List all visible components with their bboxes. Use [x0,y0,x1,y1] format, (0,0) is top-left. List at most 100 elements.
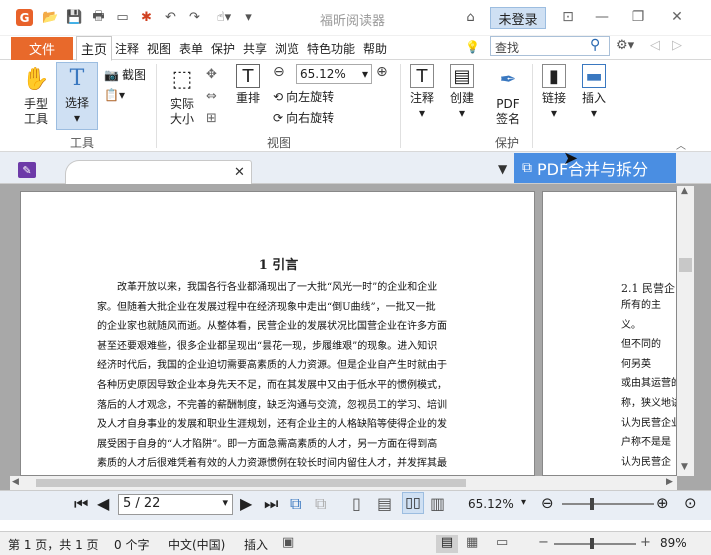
tab-comment[interactable]: 注释 [115,40,139,57]
document-tab[interactable] [65,160,252,184]
scroll-left-icon[interactable]: ◀ [12,477,19,487]
next-page-icon[interactable]: ▶ [240,494,252,513]
tab-protect[interactable]: 保护 [211,40,235,57]
save-icon[interactable]: 💾 [66,9,83,26]
link-icon: ▮ [542,64,566,88]
page-number-input[interactable]: 5 / 22 ▾ [118,494,233,515]
collapse-ribbon-icon[interactable]: ︿ [676,137,686,152]
snapshot-button[interactable]: 📷 截图 [104,66,146,83]
redo-icon[interactable]: ↷ [186,9,203,26]
reading-view-icon[interactable]: ▦ [466,535,478,550]
status-zoom-thumb[interactable] [590,538,594,549]
text-line: 展受困于自身的“人才陷阱”。即一方面急需高素质的人才，另一方面在得到高 [97,438,438,450]
tab-list-dropdown-icon[interactable]: ▼ [498,162,507,176]
text-line: 落后的人才观念，不完善的薪酬制度，缺乏沟通与交流，忽视员工的学习、培训 [97,399,447,411]
status-zoom-in-icon[interactable]: + [640,535,651,550]
scroll-right-icon[interactable]: ▶ [666,477,673,487]
tab-view[interactable]: 视图 [147,40,171,57]
link-button[interactable]: ▮ 链接 ▾ [538,64,570,121]
new-file-icon[interactable]: ✱ [138,9,155,26]
clipboard-button[interactable]: 📋▾ [104,88,125,102]
hand-tool-dropdown-icon[interactable]: ☝▾ [210,9,238,26]
layout-icon[interactable]: ⊡ [557,6,579,28]
print-icon[interactable]: 🖶 [90,9,107,26]
pdf-page[interactable]: 1 引言 改革开放以来，我国各行各业都涌现出了一大批“风光一时”的企业和企业 家。… [20,191,535,489]
undo-icon[interactable]: ↶ [162,9,179,26]
previous-page-icon[interactable]: ◀ [97,494,109,513]
continuous-page-icon[interactable]: ▤ [377,494,392,513]
print-layout-icon[interactable]: ▤ [436,535,458,553]
fit-page-icon[interactable]: ⊙ [684,494,697,512]
last-page-icon[interactable]: ⏭ [264,494,278,514]
first-page-icon[interactable]: ⏮ [74,494,88,514]
tab-form[interactable]: 表单 [179,40,203,57]
tab-browse[interactable]: 浏览 [275,40,299,57]
create-dropdown-icon: ▾ [458,106,466,120]
macro-icon[interactable]: ▣ [282,535,294,550]
file-menu-tab[interactable]: 文件 [11,37,73,60]
select-dropdown-icon: ▾ [73,111,81,125]
lightbulb-icon[interactable]: 💡 [465,40,480,54]
status-zoom-slider[interactable] [554,543,636,545]
pdf-page-next[interactable]: 2.1 民营企 所有的主 义。 但不同的 何另英 或由其运营的 称，狭义地讲 认为民营企业户… [542,191,677,476]
horizontal-scrollbar[interactable]: ◀ ▶ [10,476,677,490]
reflow-button[interactable]: T 重排 [232,64,264,106]
insert-button[interactable]: ▬ 插入 ▾ [578,64,610,121]
foxit-start-icon[interactable]: ✎ [18,162,36,178]
search-icon[interactable]: ⚲ [590,37,600,53]
scroll-up-icon[interactable]: ▲ [681,186,688,196]
rotate-right-button[interactable]: ⟳ 向右旋转 [273,109,334,126]
tab-features[interactable]: 特色功能 [307,40,355,57]
create-button[interactable]: ▤ 创建 ▾ [446,64,478,121]
tab-home[interactable]: 主页 [76,36,112,61]
settings-icon[interactable]: ⚙▾ [616,38,634,53]
reflow-icon: T [236,64,260,88]
status-zoom-out-icon[interactable]: − [538,535,549,550]
new-doc-icon[interactable]: ▭ [114,9,131,26]
tab-help[interactable]: 帮助 [363,40,387,57]
text-line: 素质的人才后很难凭着有效的人力资源惯例在较长时间内留住人才，并发挥其最 [97,458,447,470]
zoom-out-icon[interactable]: ⊖ [541,494,554,512]
web-layout-icon[interactable]: ▭ [496,535,508,550]
continuous-facing-icon[interactable]: ▥ [430,494,445,513]
vertical-scrollbar[interactable]: ▲ ▼ [677,186,694,476]
forward-icon[interactable]: ▷ [672,38,682,53]
reflow-label: 重排 [235,91,260,105]
status-zoom-value: 89% [660,536,687,550]
tab-share[interactable]: 共享 [243,40,267,57]
scroll-down-icon[interactable]: ▼ [681,462,688,472]
text-line: 各种历史原因导致企业本身先天不足，而在其发展中又由于低水平的惯例模式， [97,379,447,391]
restore-icon[interactable]: ❐ [627,6,649,28]
actual-size-button[interactable]: ⬚ 实际 大小 [166,64,198,127]
close-window-icon[interactable]: ✕ [666,6,688,28]
back-icon[interactable]: ◁ [650,38,660,53]
next-view-icon[interactable]: ⧉ [315,494,326,514]
open-icon[interactable]: 📂 [42,9,59,26]
status-insert-mode: 插入 [244,538,269,552]
zoom-dropdown-icon[interactable]: ▾ [521,497,526,508]
zoom-slider[interactable] [562,503,654,505]
comment-button[interactable]: T 注释 ▾ [406,64,438,121]
hand-tool-button[interactable]: ✋ 手型 工具 [20,64,52,127]
vertical-scroll-thumb[interactable] [679,258,692,272]
zoom-combo[interactable]: 65.12% ▾ [296,64,372,84]
zoom-in-icon[interactable]: ⊕ [656,494,669,512]
text-select-icon: T [69,65,85,91]
pdf-sign-button[interactable]: ✒ PDF 签名 [492,64,524,127]
minimize-icon[interactable]: — [591,6,613,28]
pdf-merge-split-banner[interactable]: ⧉ PDF合并与拆分 [514,153,676,183]
select-tool-button[interactable]: T 选择 ▾ [56,62,98,130]
customize-icon[interactable]: ▾ [240,9,257,26]
close-tab-icon[interactable]: ✕ [234,165,245,180]
login-button[interactable]: 未登录 [490,7,546,29]
notification-icon[interactable]: ⌂ [462,9,479,26]
zoom-in-icon[interactable]: ⊕ [376,64,388,80]
previous-view-icon[interactable]: ⧉ [290,494,301,514]
zoom-slider-thumb[interactable] [590,498,594,510]
facing-page-icon[interactable]: ▯▯ [402,492,424,514]
fit-icons[interactable]: ✥ ⇔ ⊞ [206,64,217,130]
single-page-icon[interactable]: ▯ [352,494,361,513]
rotate-left-button[interactable]: ⟲ 向左旋转 [273,88,334,105]
horizontal-scroll-thumb[interactable] [36,479,466,487]
zoom-out-icon[interactable]: ⊖ [273,64,285,80]
